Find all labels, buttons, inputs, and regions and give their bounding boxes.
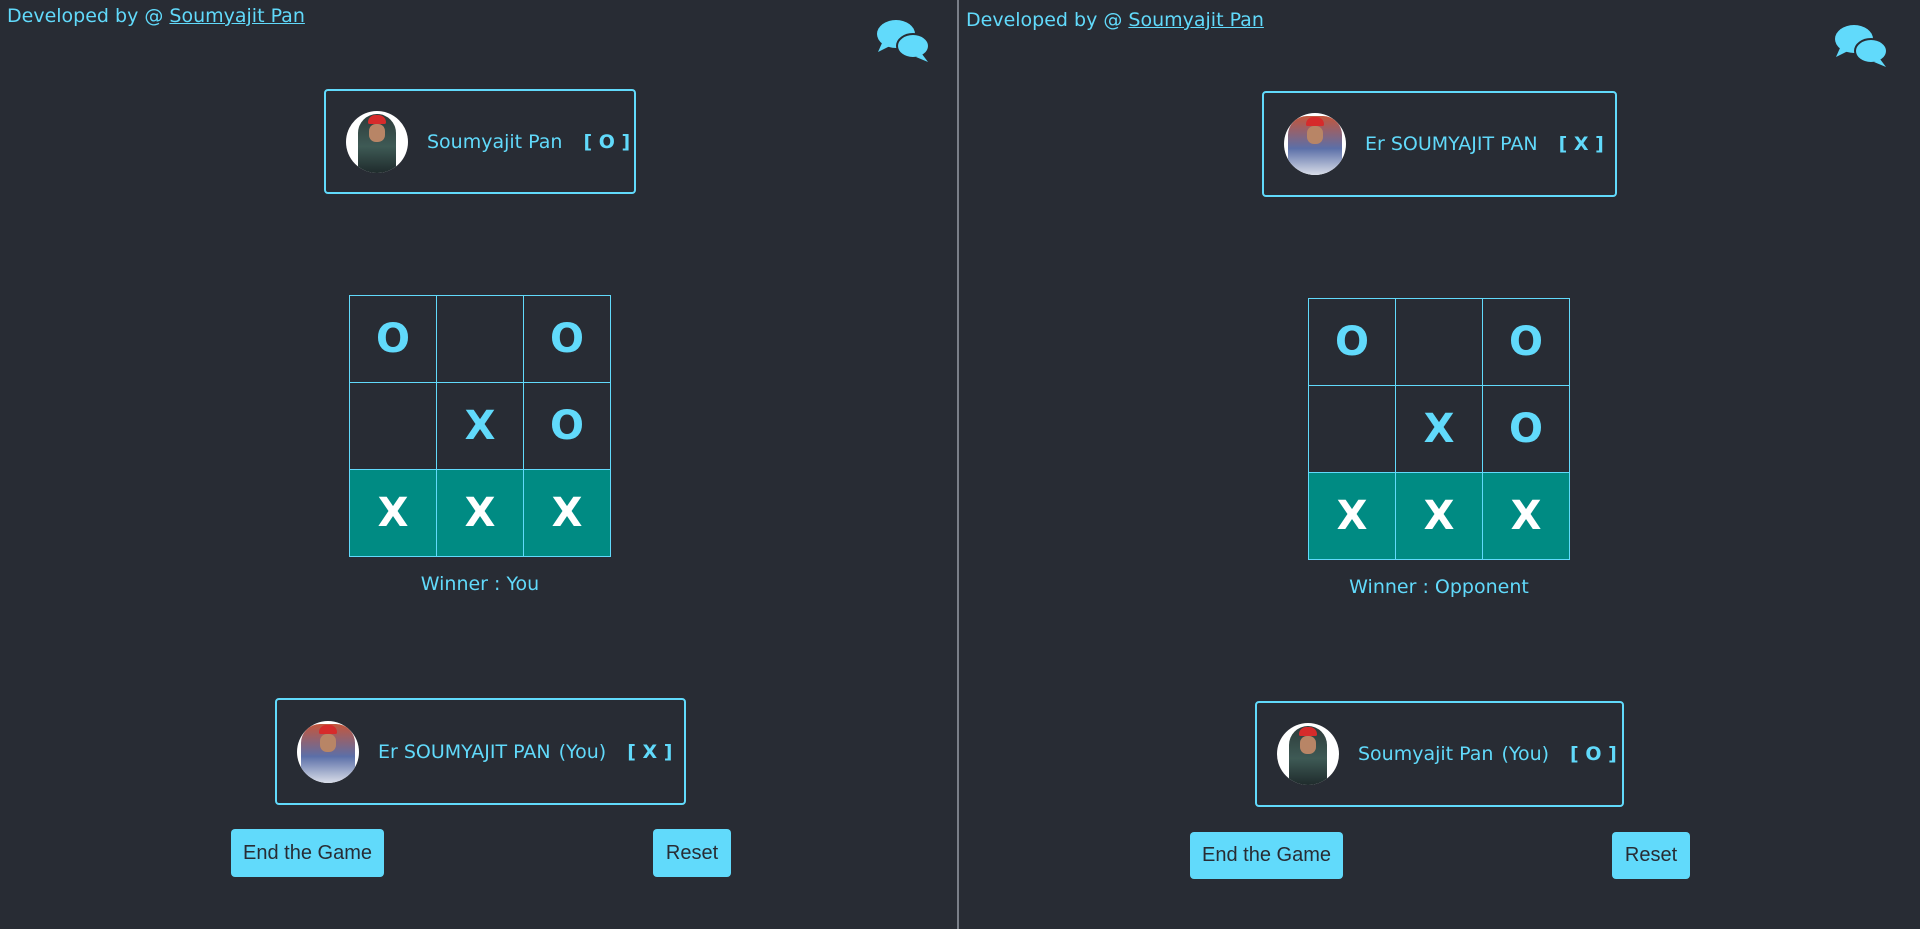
reset-button[interactable]: Reset [1612,832,1690,879]
board-cell-3[interactable] [350,383,437,470]
board-cell-7[interactable]: X [1396,473,1483,560]
opponent-card: Soumyajit Pan [ O ] [324,89,636,194]
board-cell-1[interactable] [437,296,524,383]
credit-prefix: Developed by @ [7,5,164,27]
opponent-card: Er SOUMYAJIT PAN [ X ] [1262,91,1617,197]
opponent-avatar [1284,113,1346,175]
board-cell-5[interactable]: O [524,383,611,470]
board-cell-4[interactable]: X [437,383,524,470]
my-card: Er SOUMYAJIT PAN (You) [ X ] [275,698,686,805]
opponent-name: Soumyajit Pan [427,130,563,153]
you-label: (You) [1501,743,1550,765]
board-cell-7[interactable]: X [437,470,524,557]
my-avatar [297,720,359,783]
opponent-name: Er SOUMYAJIT PAN [1365,133,1538,155]
developer-link[interactable]: Soumyajit Pan [169,5,304,27]
board-cell-8[interactable]: X [1483,473,1570,560]
board-cell-5[interactable]: O [1483,386,1570,473]
my-avatar [1277,723,1339,785]
board-cell-0[interactable]: O [1309,299,1396,386]
board-cell-0[interactable]: O [350,296,437,383]
end-game-button[interactable]: End the Game [231,829,384,877]
board-cell-3[interactable] [1309,386,1396,473]
board-cell-8[interactable]: X [524,470,611,557]
board-cell-4[interactable]: X [1396,386,1483,473]
my-card: Soumyajit Pan (You) [ O ] [1255,701,1624,807]
developer-credit: Developed by @ Soumyajit Pan [966,9,1264,31]
board-cell-6[interactable]: X [350,470,437,557]
opponent-avatar [346,110,408,173]
chat-bubbles-icon[interactable] [876,17,930,63]
board-cell-1[interactable] [1396,299,1483,386]
opponent-symbol: [ X ] [1558,133,1604,155]
split-screen: Developed by @ Soumyajit Pan Soumyajit P… [0,0,1920,929]
board-cell-2[interactable]: O [524,296,611,383]
my-symbol: [ O ] [1570,743,1617,765]
winner-status: Winner : You [420,573,540,595]
my-name: Soumyajit Pan [1358,743,1494,765]
reset-button[interactable]: Reset [653,829,731,877]
game-board: OOXOXXX [1308,298,1570,560]
chat-bubbles-icon[interactable] [1834,22,1888,68]
game-pane-right: Developed by @ Soumyajit Pan Er SOUMYAJI… [959,0,1918,929]
game-pane-left: Developed by @ Soumyajit Pan Soumyajit P… [0,0,959,929]
game-board: OOXOXXX [349,295,611,557]
end-game-button[interactable]: End the Game [1190,832,1343,879]
credit-prefix: Developed by @ [966,9,1123,31]
board-cell-2[interactable]: O [1483,299,1570,386]
opponent-symbol: [ O ] [583,130,631,153]
developer-credit: Developed by @ Soumyajit Pan [7,5,305,27]
board-cell-6[interactable]: X [1309,473,1396,560]
winner-status: Winner : Opponent [1349,576,1529,598]
you-label: (You) [558,740,607,763]
my-symbol: [ X ] [627,740,673,763]
my-name: Er SOUMYAJIT PAN [378,740,551,763]
developer-link[interactable]: Soumyajit Pan [1128,9,1263,31]
